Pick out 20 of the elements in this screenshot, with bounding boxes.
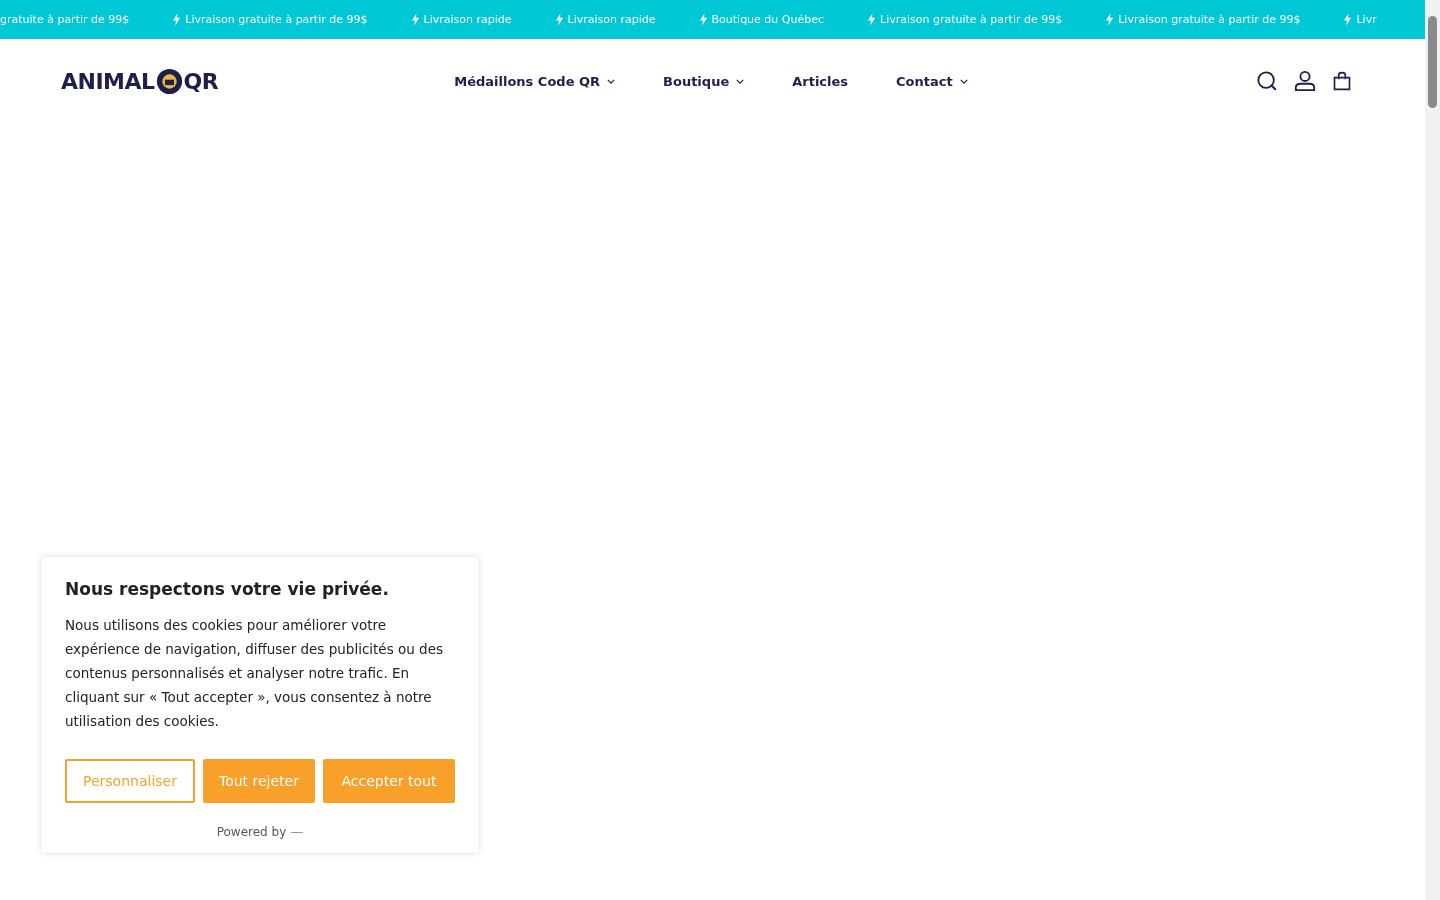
announcement-text: Livraison rapide <box>423 13 512 26</box>
nav-link[interactable]: Médaillons Code QR <box>454 73 616 89</box>
user-icon[interactable] <box>1294 69 1316 93</box>
announcement-text: Livraison rapide <box>567 13 656 26</box>
announcement-text: gratuite à partir de 99$ <box>0 13 130 26</box>
announcement-text: Livraison gratuite à partir de 99$ <box>1118 13 1301 26</box>
logo[interactable]: ANIMAL QR <box>61 67 219 95</box>
search-icon[interactable] <box>1256 70 1278 92</box>
announcement-text: Livraison gratuite à partir de 99$ <box>880 13 1063 26</box>
cookie-text: Nous utilisons des cookies pour améliorer votre expérience de navigation, diffuser des publicités ou des contenus personnalisés et analyser notre trafic. En cliquant sur « Tout accepter », vous consentez à notre utilisation des cookies. <box>65 616 444 731</box>
powered-by-text: Powered by <box>216 825 287 839</box>
nav-link[interactable]: Articles <box>792 73 849 89</box>
nav-link[interactable]: Contact <box>896 73 968 89</box>
announcement-text: Livr <box>1356 13 1377 26</box>
cookie-title: Nous respectons votre vie privée. <box>65 579 390 599</box>
nav-link[interactable]: Boutique <box>663 73 745 89</box>
announcement-text: Livraison gratuite à partir de 99$ <box>185 13 368 26</box>
scrollbar[interactable] <box>1425 0 1440 900</box>
announcement-text: Boutique du Québec <box>711 13 824 26</box>
shopping-bag-icon[interactable] <box>1332 70 1352 92</box>
